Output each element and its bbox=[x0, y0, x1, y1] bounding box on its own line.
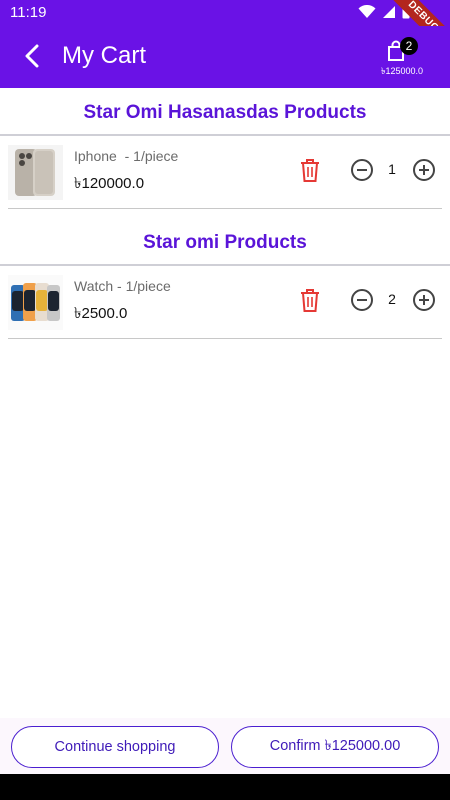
cart-total: ৳125000.0 bbox=[380, 66, 424, 76]
wifi-icon bbox=[358, 5, 376, 18]
section-title: Star Omi Hasanasdas Products bbox=[83, 102, 367, 123]
cart-item: Watch - 1/piece ৳2500.0 2 bbox=[0, 269, 450, 335]
back-button[interactable] bbox=[18, 42, 46, 70]
continue-shopping-button[interactable]: Continue shopping bbox=[11, 726, 219, 768]
page-title: My Cart bbox=[62, 42, 146, 69]
signal-icon bbox=[383, 6, 395, 18]
section-divider bbox=[0, 264, 450, 266]
system-navigation-bar bbox=[0, 774, 450, 800]
increase-quantity-icon[interactable] bbox=[412, 288, 436, 312]
item-divider bbox=[8, 208, 442, 209]
confirm-order-button[interactable]: Confirm ৳125000.00 bbox=[231, 726, 439, 768]
delete-icon[interactable] bbox=[298, 287, 322, 313]
status-time: 11:19 bbox=[10, 4, 47, 21]
status-bar: 11:19 DEBUG bbox=[0, 0, 450, 63]
product-name: Iphone - 1/piece bbox=[74, 148, 179, 164]
product-price: ৳120000.0 bbox=[74, 175, 145, 192]
section-title: Star omi Products bbox=[143, 232, 307, 253]
quantity-value: 1 bbox=[388, 161, 396, 177]
cart-button[interactable]: 2 ৳125000.0 bbox=[374, 37, 430, 82]
product-name: Watch - 1/piece bbox=[74, 278, 171, 294]
decrease-quantity-icon[interactable] bbox=[350, 288, 374, 312]
increase-quantity-icon[interactable] bbox=[412, 158, 436, 182]
delete-icon[interactable] bbox=[298, 157, 322, 183]
product-image-iphone bbox=[8, 145, 63, 200]
app-bar: My Cart 2 ৳125000.0 bbox=[0, 26, 450, 88]
bottom-action-bar: Continue shopping Confirm ৳125000.00 bbox=[0, 718, 450, 774]
cart-count-badge: 2 bbox=[400, 37, 418, 55]
item-divider bbox=[8, 338, 442, 339]
back-arrow-icon bbox=[25, 44, 39, 68]
decrease-quantity-icon[interactable] bbox=[350, 158, 374, 182]
cart-item: Iphone - 1/piece ৳120000.0 1 bbox=[0, 139, 450, 205]
product-image-watch bbox=[8, 275, 63, 330]
quantity-value: 2 bbox=[388, 291, 396, 307]
product-price: ৳2500.0 bbox=[74, 305, 128, 322]
section-divider bbox=[0, 134, 450, 136]
